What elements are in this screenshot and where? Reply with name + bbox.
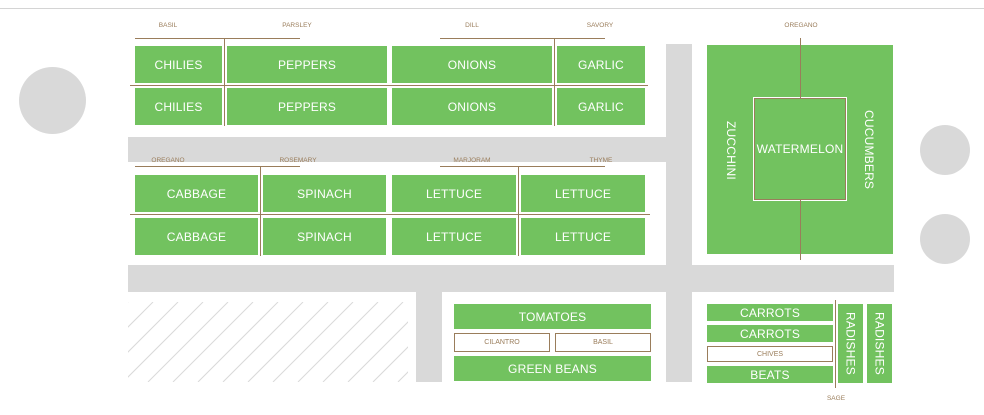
herb-row-middle bbox=[135, 166, 300, 167]
herb-basil: BASIL bbox=[555, 333, 651, 352]
bed-chilies: CHILIES bbox=[135, 88, 222, 125]
path-horizontal-lower bbox=[128, 265, 894, 292]
herb-row-top bbox=[135, 38, 300, 39]
bed-onions: ONIONS bbox=[392, 46, 552, 83]
bed-green-beans: GREEN BEANS bbox=[454, 356, 651, 381]
tree-right-top bbox=[920, 125, 970, 175]
herb-line-sage bbox=[835, 300, 836, 388]
bed-zucchini: ZUCCHINI bbox=[724, 120, 738, 180]
herb-label-marjoram: MARJORAM bbox=[453, 157, 491, 164]
herb-row-top bbox=[440, 38, 605, 39]
path-vertical-center bbox=[666, 44, 692, 382]
hatched-area bbox=[128, 302, 408, 382]
bed-spinach: SPINACH bbox=[263, 218, 386, 255]
bed-onions: ONIONS bbox=[392, 88, 552, 125]
bed-tomatoes: TOMATOES bbox=[454, 304, 651, 329]
path-vertical-left bbox=[416, 292, 442, 382]
herb-line-oregano bbox=[800, 38, 801, 98]
bed-spinach: SPINACH bbox=[263, 175, 386, 212]
bed-beats: BEATS bbox=[707, 366, 833, 383]
bed-carrots: CARROTS bbox=[707, 304, 833, 321]
bed-garlic: GARLIC bbox=[557, 46, 645, 83]
bed-peppers: PEPPERS bbox=[227, 88, 387, 125]
bed-watermelon: WATERMELON bbox=[757, 102, 843, 196]
bed-lettuce: LETTUCE bbox=[521, 218, 645, 255]
bed-cucumbers: CUCUMBERS bbox=[862, 110, 876, 190]
herb-row-between-beds bbox=[130, 214, 650, 215]
herb-row-middle bbox=[440, 166, 605, 167]
bed-cabbage: CABBAGE bbox=[135, 175, 258, 212]
bed-cabbage: CABBAGE bbox=[135, 218, 258, 255]
bed-lettuce: LETTUCE bbox=[392, 218, 516, 255]
herb-cilantro: CILANTRO bbox=[454, 333, 550, 352]
herb-label-basil: BASIL bbox=[158, 22, 178, 29]
bed-carrots: CARROTS bbox=[707, 325, 833, 342]
herb-label-parsley: PARSLEY bbox=[282, 22, 312, 29]
path-horizontal-upper bbox=[128, 137, 666, 162]
herb-label-savory: SAVORY bbox=[586, 22, 614, 29]
herb-row-divider bbox=[518, 166, 519, 256]
top-border bbox=[0, 8, 984, 9]
herb-row-divider bbox=[260, 166, 261, 256]
herb-label-dill: DILL bbox=[465, 22, 479, 29]
herb-label-rosemary: ROSEMARY bbox=[279, 157, 317, 164]
herb-row-divider bbox=[554, 38, 555, 126]
bed-radishes: RADISHES bbox=[838, 304, 863, 383]
herb-chives: CHIVES bbox=[707, 346, 833, 362]
bed-lettuce: LETTUCE bbox=[392, 175, 516, 212]
bed-radishes: RADISHES bbox=[867, 304, 892, 383]
herb-line-oregano bbox=[800, 200, 801, 260]
bed-chilies: CHILIES bbox=[135, 46, 222, 83]
herb-label-thyme: THYME bbox=[589, 157, 613, 164]
herb-row-between-beds bbox=[130, 85, 648, 86]
bed-peppers: PEPPERS bbox=[227, 46, 387, 83]
herb-label-oregano: OREGANO bbox=[151, 157, 185, 164]
tree-left bbox=[19, 67, 86, 134]
bed-garlic: GARLIC bbox=[557, 88, 645, 125]
herb-label-oregano-right: OREGANO bbox=[784, 22, 818, 29]
bed-lettuce: LETTUCE bbox=[521, 175, 645, 212]
herb-label-sage: SAGE bbox=[826, 395, 846, 402]
tree-right-bottom bbox=[920, 214, 970, 264]
herb-row-divider bbox=[224, 38, 225, 126]
